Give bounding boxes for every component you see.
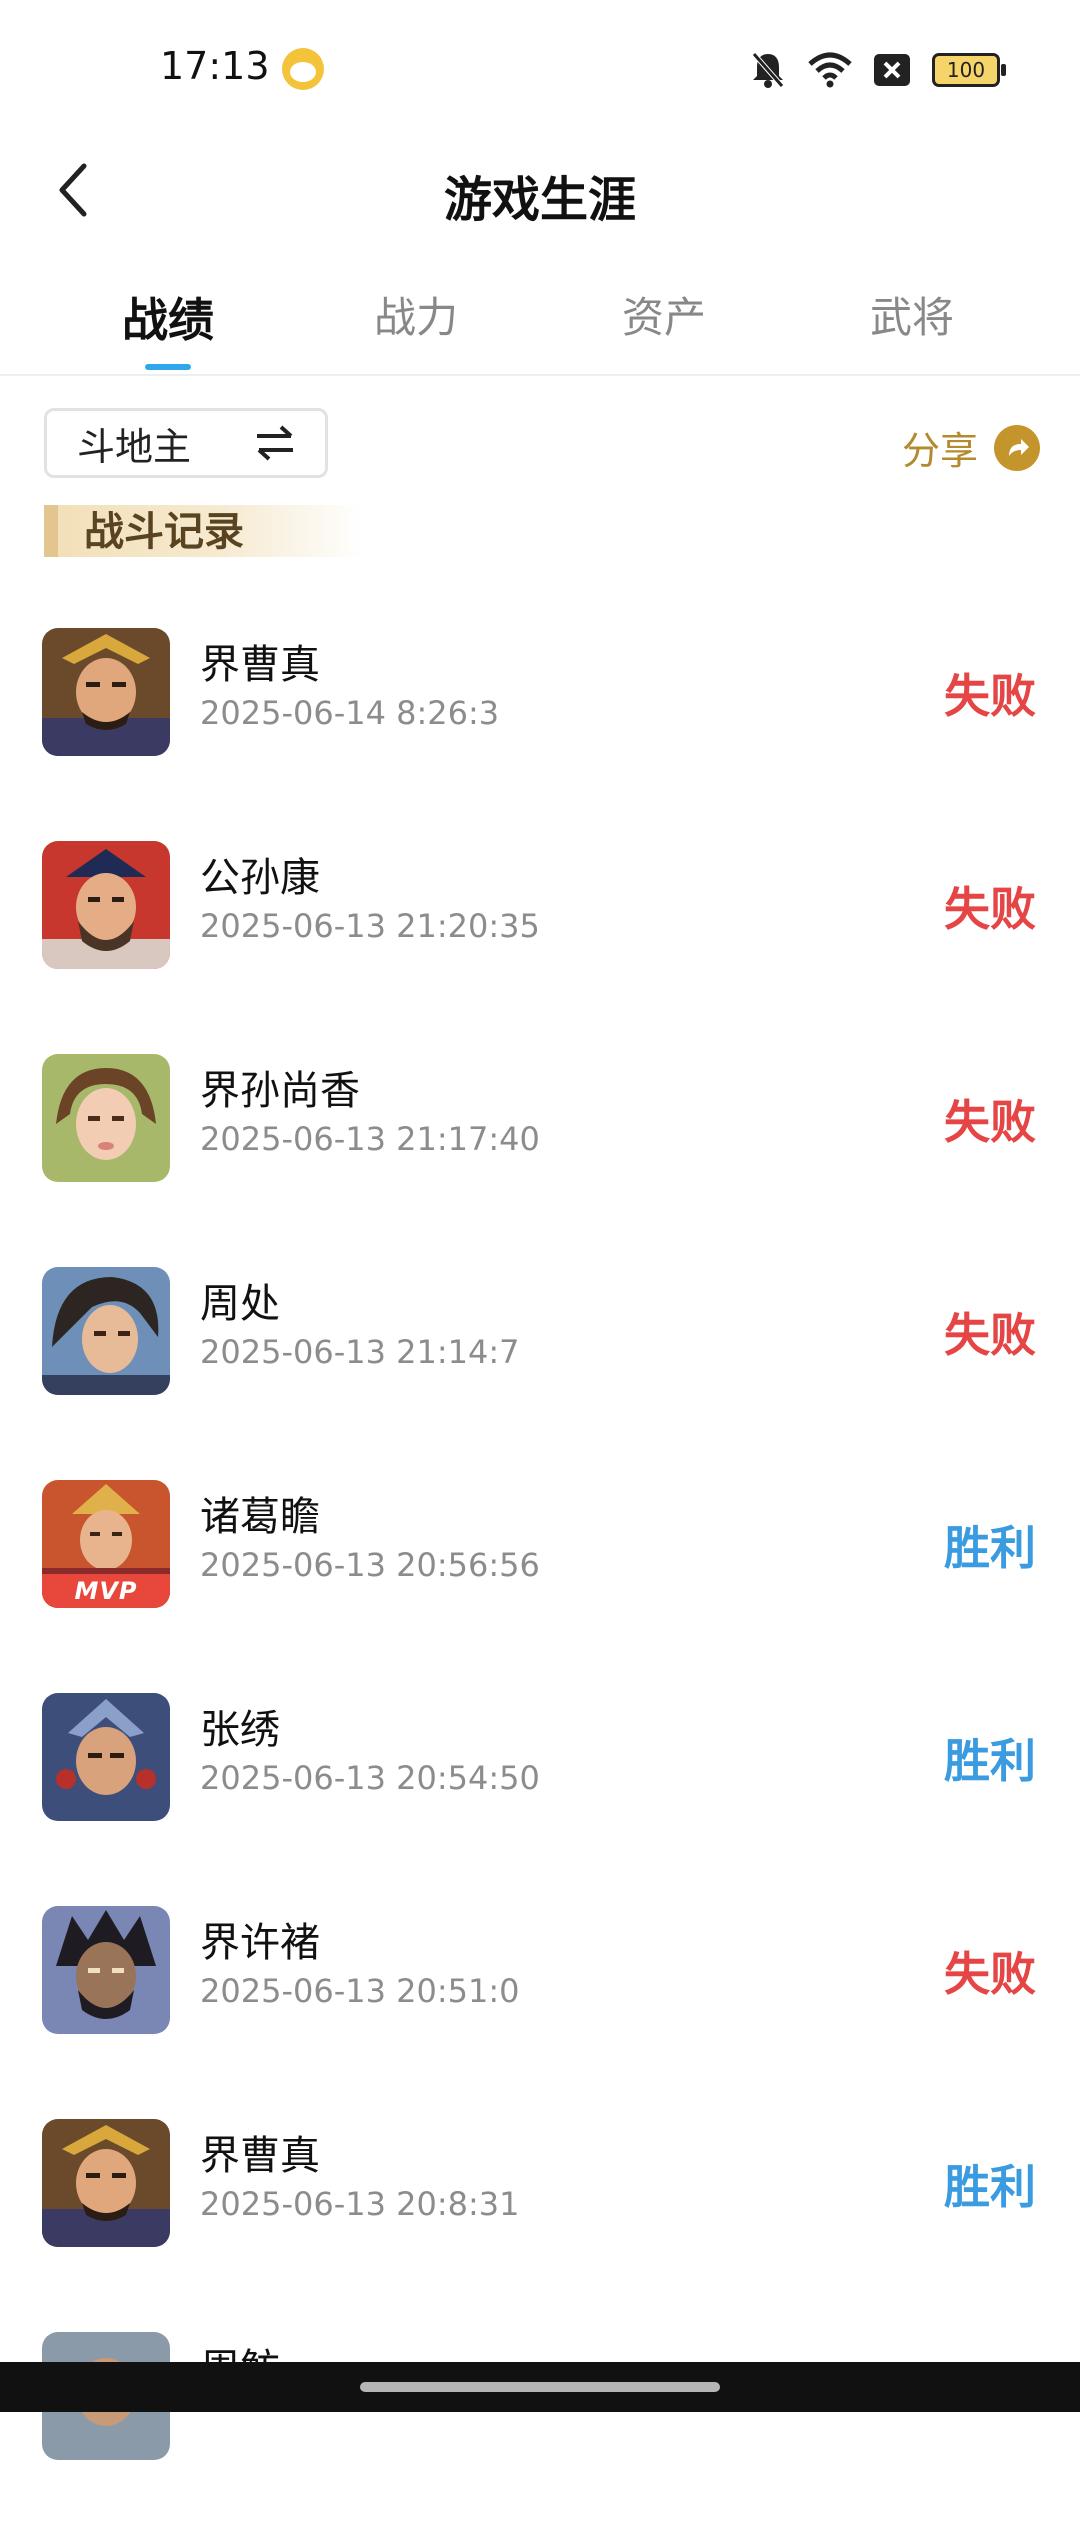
- record-row[interactable]: MVP 诸葛瞻 2025-06-13 20:56:56 胜利: [0, 1480, 1080, 1693]
- general-name: 界曹真: [200, 2133, 320, 2179]
- match-time: 2025-06-13 20:56:56: [200, 1546, 540, 1584]
- general-avatar: [42, 841, 170, 969]
- record-row[interactable]: 界孙尚香 2025-06-13 21:17:40 失败: [0, 1054, 1080, 1267]
- share-arrow-icon: [994, 424, 1040, 471]
- wifi-icon: [808, 52, 852, 88]
- status-icons: 100: [750, 48, 1006, 92]
- mvp-badge: MVP: [42, 1574, 170, 1608]
- panda-app-icon: [282, 48, 324, 90]
- tab-power[interactable]: 战力: [316, 284, 516, 345]
- general-name: 周处: [200, 1281, 280, 1327]
- battery-icon: 100: [932, 53, 1006, 87]
- match-result: 胜利: [944, 2160, 1036, 2214]
- status-bar: 17:13 100: [0, 0, 1080, 138]
- general-name: 诸葛瞻: [200, 1494, 320, 1540]
- match-time: 2025-06-13 20:8:31: [200, 2185, 520, 2223]
- record-row[interactable]: 界曹真 2025-06-14 8:26:3 失败: [0, 628, 1080, 841]
- status-time: 17:13: [160, 44, 270, 88]
- general-name: 界孙尚香: [200, 1068, 360, 1114]
- bell-muted-icon: [752, 52, 784, 88]
- section-title: 战斗记录: [84, 509, 244, 555]
- match-result: 胜利: [944, 1734, 1036, 1788]
- tab-bar: 战绩 战力 资产 武将: [0, 262, 1080, 376]
- section-accent-bar: [44, 505, 58, 557]
- record-row[interactable]: 界许褚 2025-06-13 20:51:0 失败: [0, 1906, 1080, 2119]
- match-result: 失败: [944, 669, 1036, 723]
- match-time: 2025-06-14 8:26:3: [200, 694, 500, 732]
- match-result: 胜利: [944, 1521, 1036, 1575]
- match-time: 2025-06-13 21:14:7: [200, 1333, 520, 1371]
- general-name: 界曹真: [200, 642, 320, 688]
- general-avatar: [42, 1906, 170, 2034]
- mode-label: 斗地主: [77, 424, 192, 469]
- match-time: 2025-06-13 21:20:35: [200, 907, 540, 945]
- record-row[interactable]: 界曹真 2025-06-13 20:8:31 胜利: [0, 2119, 1080, 2332]
- home-gesture-pill[interactable]: [360, 2382, 720, 2392]
- header: 游戏生涯: [0, 138, 1080, 250]
- general-name: 张绣: [200, 1707, 280, 1753]
- match-result: 失败: [944, 1947, 1036, 2001]
- record-row[interactable]: 周处 2025-06-13 21:14:7 失败: [0, 1267, 1080, 1480]
- match-result: 失败: [944, 1308, 1036, 1362]
- share-button[interactable]: 分享: [902, 420, 1040, 475]
- match-time: 2025-06-13 20:54:50: [200, 1759, 540, 1797]
- record-row[interactable]: 张绣 2025-06-13 20:54:50 胜利: [0, 1693, 1080, 1906]
- tab-generals[interactable]: 武将: [812, 284, 1012, 345]
- match-time: 2025-06-13 21:17:40: [200, 1120, 540, 1158]
- system-nav-bar: [0, 2362, 1080, 2412]
- general-avatar: MVP: [42, 1480, 170, 1608]
- close-box-icon: [874, 54, 910, 86]
- general-avatar: [42, 2119, 170, 2247]
- mode-selector[interactable]: 斗地主: [44, 408, 328, 478]
- record-row[interactable]: 公孙康 2025-06-13 21:20:35 失败: [0, 841, 1080, 1054]
- match-result: 失败: [944, 1095, 1036, 1149]
- page-title: 游戏生涯: [443, 172, 636, 228]
- tab-record[interactable]: 战绩: [68, 284, 268, 350]
- general-name: 公孙康: [200, 855, 320, 901]
- section-header: 战斗记录: [44, 505, 364, 557]
- general-avatar: [42, 1693, 170, 1821]
- tab-active-indicator: [145, 364, 191, 370]
- general-avatar: [42, 1267, 170, 1395]
- match-time: 2025-06-13 20:51:0: [200, 1972, 520, 2010]
- match-result: 失败: [944, 882, 1036, 936]
- general-avatar: [42, 1054, 170, 1182]
- general-avatar: [42, 628, 170, 756]
- swap-arrows-icon: [257, 425, 293, 461]
- tab-assets[interactable]: 资产: [564, 284, 764, 345]
- share-label: 分享: [901, 429, 978, 473]
- general-name: 界许褚: [200, 1920, 320, 1966]
